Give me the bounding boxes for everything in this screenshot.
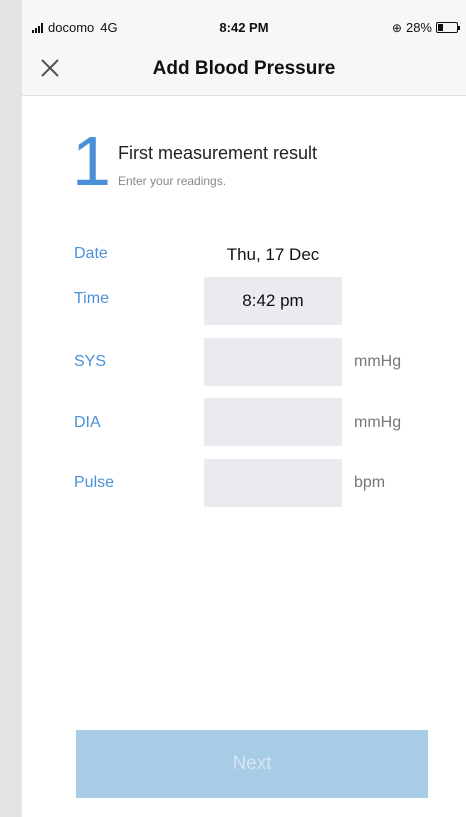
orientation-lock-icon: ⊕: [391, 20, 402, 35]
nav-bar: Add Blood Pressure: [22, 40, 466, 96]
status-bar: docomo 4G 8:42 PM ⊕ 28%: [22, 0, 466, 40]
pulse-label: Pulse: [74, 474, 115, 491]
date-label: Date: [74, 245, 108, 262]
battery-icon: [436, 22, 460, 33]
page-title: Add Blood Pressure: [152, 58, 336, 79]
status-right: ⊕ 28%: [391, 20, 460, 35]
battery-percent: 28%: [405, 20, 432, 35]
dia-input[interactable]: [204, 398, 342, 446]
dia-label: DIA: [74, 414, 101, 431]
dia-unit: mmHg: [354, 414, 402, 431]
pulse-unit: bpm: [354, 474, 386, 491]
step-title: First measurement result: [118, 143, 318, 163]
time-label: Time: [74, 290, 109, 307]
pulse-input[interactable]: [204, 459, 342, 507]
next-button[interactable]: Next: [76, 730, 428, 798]
phone-screen: docomo 4G 8:42 PM ⊕ 28% Add Blood Pressu…: [22, 0, 466, 817]
sys-input[interactable]: [204, 338, 342, 386]
sys-label: SYS: [74, 353, 107, 370]
step-number: 1: [72, 122, 111, 200]
step-subtitle: Enter your readings.: [118, 174, 227, 188]
sys-unit: mmHg: [354, 353, 402, 370]
time-input[interactable]: [204, 277, 342, 325]
date-value[interactable]: Thu, 17 Dec: [204, 245, 342, 265]
